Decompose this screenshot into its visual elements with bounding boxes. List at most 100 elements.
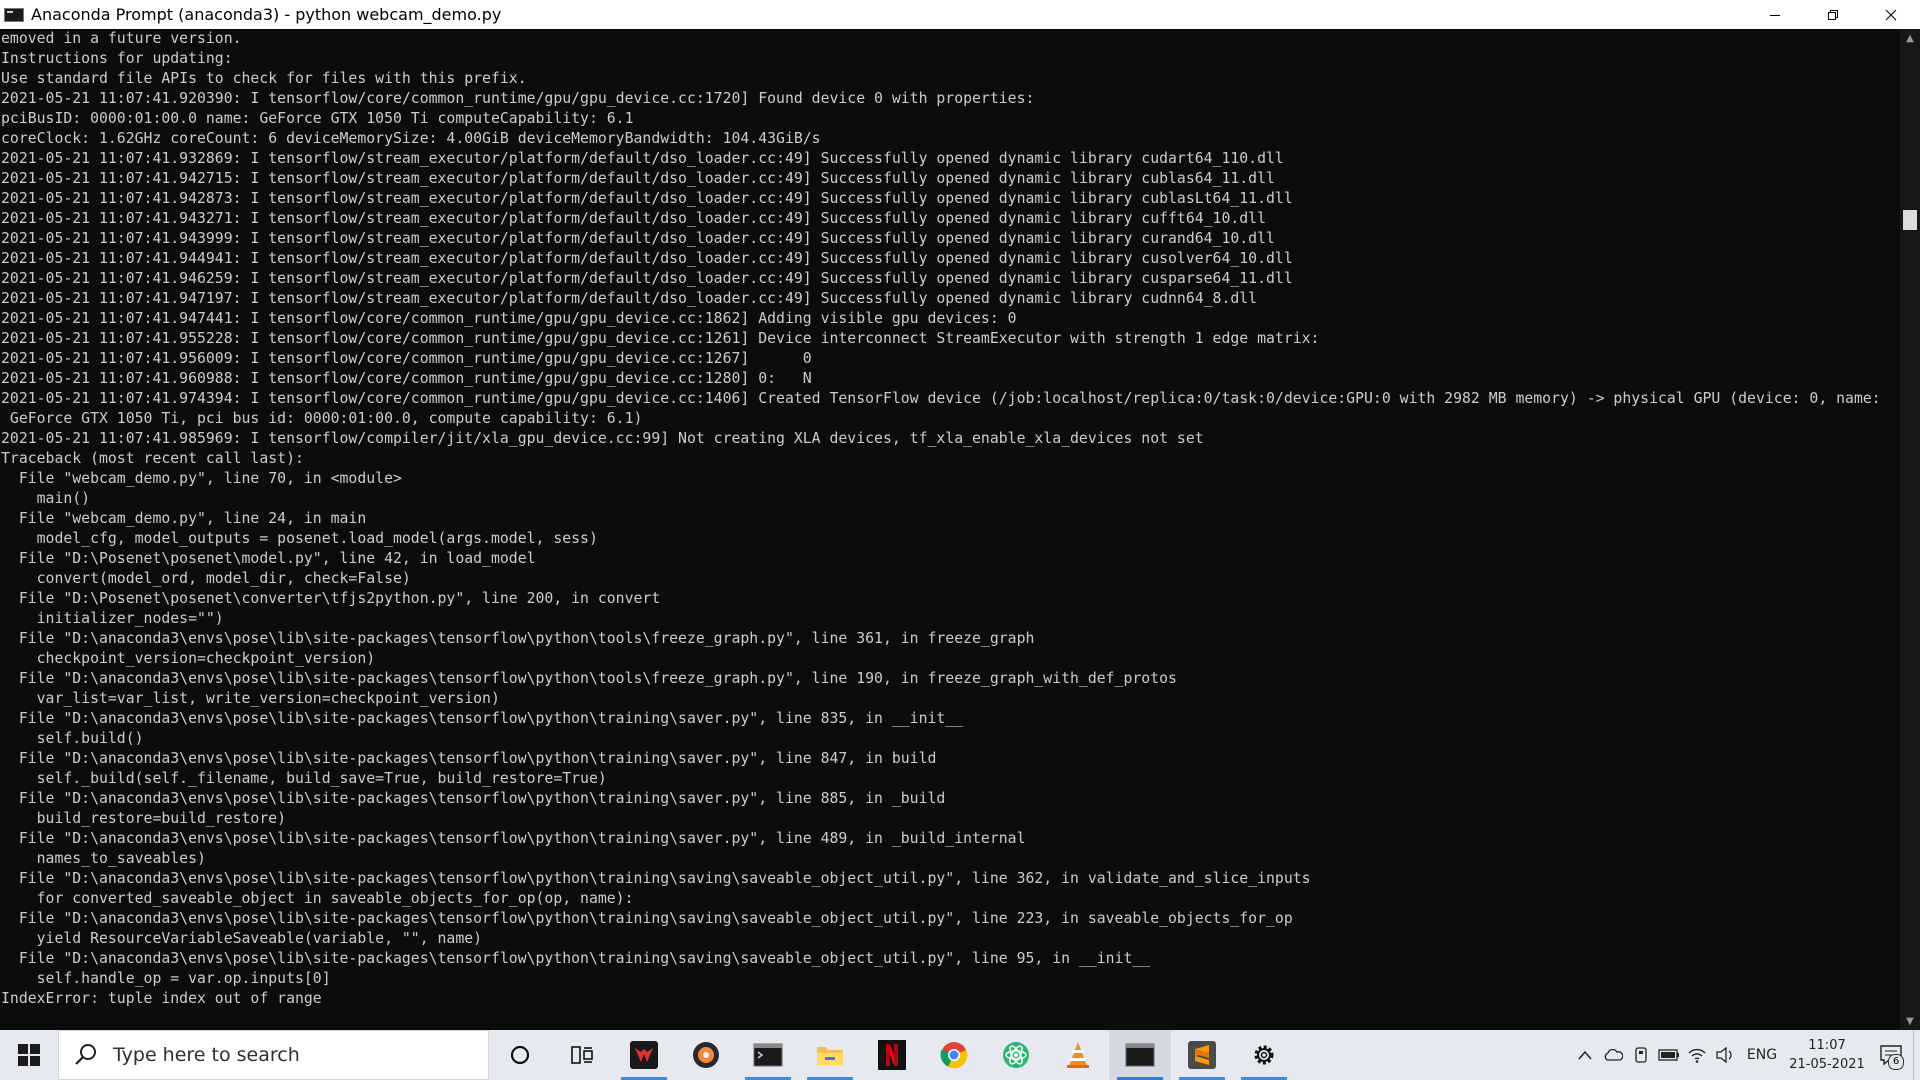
console-line: File "webcam_demo.py", line 24, in main: [1, 510, 367, 527]
chevron-up-icon: [1578, 1050, 1592, 1060]
console-line: 2021-05-21 11:07:41.955228: I tensorflow…: [1, 330, 1320, 347]
scroll-down-arrow-icon[interactable]: ▼: [1900, 1012, 1920, 1030]
console-line: 2021-05-21 11:07:41.985969: I tensorflow…: [1, 430, 1204, 447]
console-line: self.build(): [1, 730, 144, 747]
battery-icon: [1658, 1049, 1679, 1061]
console-line: pciBusID: 0000:01:00.0 name: GeForce GTX…: [1, 110, 634, 127]
console-line: File "D:\anaconda3\envs\pose\lib\site-pa…: [1, 670, 1177, 687]
console-line: 2021-05-21 11:07:41.960988: I tensorflow…: [1, 370, 812, 387]
console-line: 2021-05-21 11:07:41.947197: I tensorflow…: [1, 290, 1258, 307]
show-hidden-icons-button[interactable]: [1571, 1030, 1599, 1080]
close-icon: [1885, 9, 1897, 20]
console-app-icon[interactable]: [4, 7, 24, 22]
task-view-icon: [571, 1046, 593, 1064]
taskbar-predator-sense[interactable]: [613, 1030, 675, 1080]
console-line: model_cfg, model_outputs = posenet.load_…: [1, 530, 598, 547]
console-line: 2021-05-21 11:07:41.942715: I tensorflow…: [1, 170, 1275, 187]
taskbar-task-view-button[interactable]: [551, 1030, 613, 1080]
taskbar-search-box[interactable]: Type here to search: [58, 1030, 489, 1080]
console-line: names_to_saveables): [1, 850, 206, 867]
device-tray-button[interactable]: [1627, 1030, 1655, 1080]
battery-tray-button[interactable]: [1655, 1030, 1683, 1080]
speaker-icon: [1716, 1046, 1732, 1064]
console-line: GeForce GTX 1050 Ti, pci bus id: 0000:01…: [1, 410, 643, 427]
onedrive-tray-button[interactable]: [1599, 1030, 1627, 1080]
console-line: 2021-05-21 11:07:41.942873: I tensorflow…: [1, 190, 1293, 207]
console-line: 2021-05-21 11:07:41.943271: I tensorflow…: [1, 210, 1267, 227]
scrollbar-thumb[interactable]: [1903, 210, 1917, 230]
console-line: Instructions for updating:: [1, 50, 233, 67]
netflix-icon: [878, 1040, 906, 1070]
taskbar-media-player[interactable]: [675, 1030, 737, 1080]
taskbar-sublime-text[interactable]: [1171, 1030, 1233, 1080]
gear-icon: [1254, 1045, 1274, 1065]
folder-icon: [817, 1047, 843, 1065]
console-line: 2021-05-21 11:07:41.946259: I tensorflow…: [1, 270, 1293, 287]
predator-icon: [630, 1041, 658, 1069]
console-line: 2021-05-21 11:07:41.932869: I tensorflow…: [1, 150, 1284, 167]
console-line: File "D:\anaconda3\envs\pose\lib\site-pa…: [1, 630, 1035, 647]
chrome-icon: [940, 1042, 968, 1069]
console-line: var_list=var_list, write_version=checkpo…: [1, 690, 500, 707]
atom-icon: [1003, 1042, 1029, 1068]
minimize-icon: [1770, 14, 1780, 16]
taskbar-atom[interactable]: [985, 1030, 1047, 1080]
taskbar-terminal[interactable]: [737, 1030, 799, 1080]
console-line: 2021-05-21 11:07:41.974394: I tensorflow…: [1, 390, 1881, 407]
console-line: build_restore=build_restore): [1, 810, 287, 827]
console-line: main(): [1, 490, 91, 507]
taskbar-file-explorer[interactable]: [799, 1030, 861, 1080]
restore-button[interactable]: [1804, 0, 1862, 29]
cloud-icon: [1604, 1048, 1623, 1061]
clock-time: 11:07: [1808, 1038, 1846, 1053]
console-line: File "D:\anaconda3\envs\pose\lib\site-pa…: [1, 710, 964, 727]
terminal-icon: [753, 1043, 783, 1067]
network-tray-button[interactable]: [1683, 1030, 1711, 1080]
cortana-icon: [510, 1045, 530, 1065]
show-desktop-button[interactable]: [1913, 1030, 1920, 1080]
usb-device-icon: [1635, 1047, 1647, 1063]
console-line: File "D:\Posenet\posenet\model.py", line…: [1, 550, 536, 567]
console-line: 2021-05-21 11:07:41.944941: I tensorflow…: [1, 250, 1293, 267]
console-line: File "D:\anaconda3\envs\pose\lib\site-pa…: [1, 750, 937, 767]
action-center-button[interactable]: 6: [1869, 1030, 1913, 1080]
vlc-icon: [1067, 1042, 1089, 1068]
taskbar-task-view[interactable]: [489, 1030, 551, 1080]
clock[interactable]: 11:07 21-05-2021: [1785, 1036, 1869, 1074]
start-button[interactable]: [0, 1030, 58, 1080]
taskbar-settings[interactable]: [1233, 1030, 1295, 1080]
window-controls: [1746, 0, 1920, 29]
search-icon: [75, 1044, 96, 1065]
console-line: self.handle_op = var.op.inputs[0]: [1, 970, 331, 987]
console-line: IndexError: tuple index out of range: [1, 990, 322, 1007]
vertical-scrollbar[interactable]: ▲ ▼: [1900, 29, 1920, 1030]
search-placeholder: Type here to search: [113, 1044, 300, 1066]
taskbar-vlc[interactable]: [1047, 1030, 1109, 1080]
taskbar-anaconda-prompt[interactable]: [1109, 1030, 1171, 1080]
console-line: File "D:\anaconda3\envs\pose\lib\site-pa…: [1, 790, 946, 807]
volume-tray-button[interactable]: [1711, 1030, 1739, 1080]
close-button[interactable]: [1862, 0, 1920, 29]
console-line: convert(model_ord, model_dir, check=Fals…: [1, 570, 411, 587]
restore-icon: [1828, 9, 1838, 20]
console-line: yield ResourceVariableSaveable(variable,…: [1, 930, 483, 947]
console-output[interactable]: emoved in a future version. Instructions…: [0, 29, 1900, 1030]
console-icon: [1125, 1043, 1155, 1067]
taskbar: Type here to search ENG 11:07 21-05-2021…: [0, 1030, 1920, 1080]
title-bar[interactable]: Anaconda Prompt (anaconda3) - python web…: [0, 0, 1920, 29]
console-line: 2021-05-21 11:07:41.956009: I tensorflow…: [1, 350, 812, 367]
console-line: initializer_nodes=""): [1, 610, 224, 627]
taskbar-chrome[interactable]: [923, 1030, 985, 1080]
console-line: 2021-05-21 11:07:41.920390: I tensorflow…: [1, 90, 1035, 107]
console-line: 2021-05-21 11:07:41.947441: I tensorflow…: [1, 310, 1017, 327]
console-line: File "D:\anaconda3\envs\pose\lib\site-pa…: [1, 870, 1311, 887]
sublime-icon: [1188, 1041, 1216, 1069]
console-line: File "D:\Posenet\posenet\converter\tfjs2…: [1, 590, 661, 607]
minimize-button[interactable]: [1746, 0, 1804, 29]
clock-date: 21-05-2021: [1789, 1057, 1865, 1072]
taskbar-netflix[interactable]: [861, 1030, 923, 1080]
console-line: Use standard file APIs to check for file…: [1, 70, 527, 87]
input-language[interactable]: ENG: [1739, 1047, 1785, 1063]
scroll-up-arrow-icon[interactable]: ▲: [1900, 29, 1920, 47]
console-line: File "D:\anaconda3\envs\pose\lib\site-pa…: [1, 910, 1293, 927]
